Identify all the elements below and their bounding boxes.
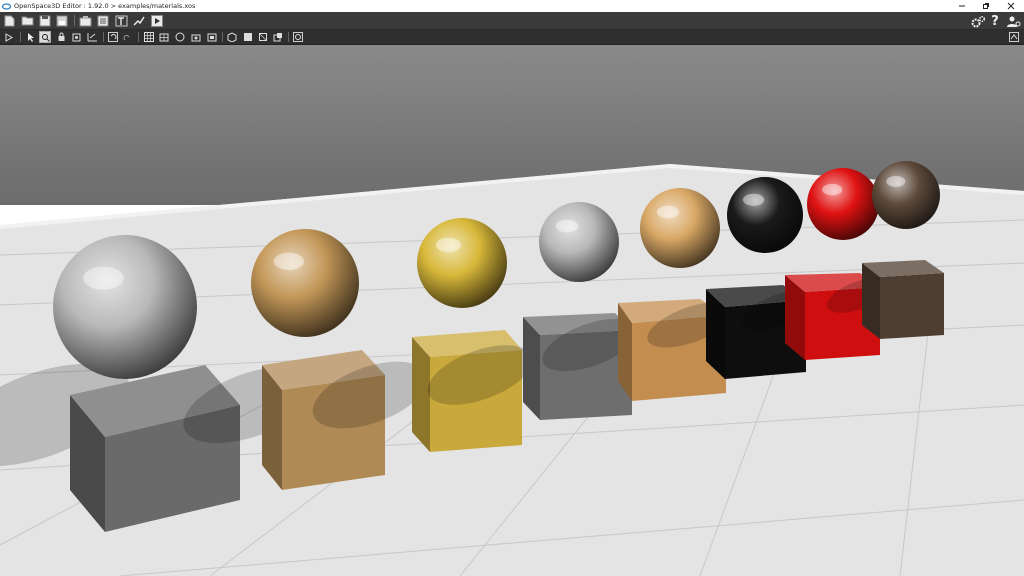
camera-icon[interactable] [190, 32, 202, 42]
undo-icon[interactable] [107, 31, 119, 43]
material-sphere [727, 177, 803, 253]
sphere-highlight [435, 237, 462, 253]
material-sphere [251, 229, 359, 337]
sphere-highlight [886, 175, 906, 187]
save-icon[interactable] [38, 14, 51, 27]
text-tool-icon[interactable] [114, 14, 128, 27]
import-icon[interactable] [79, 14, 92, 27]
sphere-highlight [273, 252, 304, 271]
play-icon[interactable] [150, 14, 163, 27]
3d-viewport[interactable] [0, 45, 1024, 576]
grid-icon[interactable] [143, 31, 155, 43]
main-toolbar: ? [0, 12, 1024, 30]
settings-gears-icon[interactable] [970, 14, 986, 28]
sphere-highlight [742, 193, 765, 206]
window-titlebar: OpenSpace3D Editor : 1.92.0 > examples/m… [0, 0, 1024, 12]
light-icon[interactable] [206, 32, 218, 42]
material-sphere [417, 218, 507, 308]
material-sphere [872, 161, 940, 229]
sphere-highlight [822, 183, 843, 196]
calculator-icon[interactable] [96, 14, 109, 27]
sphere-icon[interactable] [174, 32, 186, 42]
pedestal-cube-side [523, 317, 540, 420]
app-logo-icon [2, 2, 11, 11]
window-title: OpenSpace3D Editor : 1.92.0 > examples/m… [14, 2, 196, 10]
collapse-arrow-icon[interactable] [4, 32, 14, 42]
box-icon[interactable] [242, 32, 254, 42]
view-toolbar [0, 30, 1024, 45]
physics-icon[interactable] [292, 31, 304, 43]
close-button[interactable] [1000, 0, 1022, 12]
material-sphere [640, 188, 720, 268]
scene-render [0, 45, 1024, 576]
sphere-highlight [555, 219, 579, 233]
material-sphere [539, 202, 619, 282]
pedestal-cube-side [412, 337, 430, 452]
scale-icon[interactable] [86, 32, 98, 42]
new-file-icon[interactable] [3, 14, 15, 27]
redo-icon[interactable] [122, 32, 132, 42]
save-as-icon[interactable] [55, 14, 68, 27]
viewport-options-icon[interactable] [1008, 31, 1020, 43]
lock-icon[interactable] [56, 32, 66, 42]
snap-icon[interactable] [272, 32, 284, 42]
sphere-highlight [83, 266, 124, 290]
minimize-button[interactable] [951, 0, 973, 12]
cube-icon[interactable] [226, 32, 238, 42]
rotate-icon[interactable] [71, 32, 81, 42]
open-folder-icon[interactable] [20, 14, 34, 27]
sphere-highlight [656, 205, 680, 219]
material-sphere [807, 168, 879, 240]
pedestal-cube-front [880, 273, 944, 339]
select-pointer-icon[interactable] [25, 32, 35, 42]
plugin-tool-icon[interactable] [131, 14, 145, 27]
material-sphere [53, 235, 197, 379]
grid-small-icon[interactable] [158, 32, 170, 42]
box-wire-icon[interactable] [257, 32, 269, 42]
help-icon[interactable]: ? [989, 14, 1001, 28]
zoom-select-icon[interactable] [39, 31, 51, 43]
restore-button[interactable] [975, 0, 997, 12]
user-settings-icon[interactable] [1005, 14, 1021, 28]
